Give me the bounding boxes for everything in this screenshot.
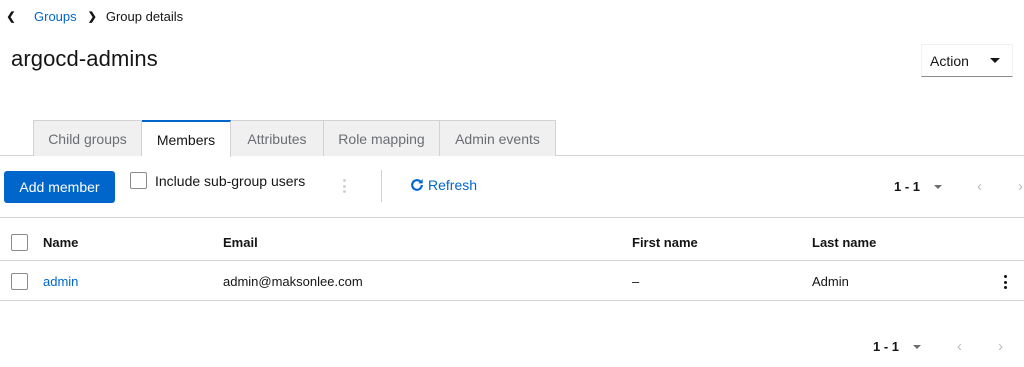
row-checkbox[interactable] bbox=[11, 273, 28, 290]
table-header: Name Email First name Last name bbox=[0, 218, 1024, 261]
tab-label: Admin events bbox=[455, 130, 540, 147]
add-member-button[interactable]: Add member bbox=[4, 171, 115, 203]
pagination-bottom: 1 - 1 ‹ › bbox=[873, 338, 1003, 355]
row-select-cell bbox=[11, 261, 28, 300]
tab-members[interactable]: Members bbox=[142, 120, 231, 157]
tab-bar: Child groups Members Attributes Role map… bbox=[0, 120, 1024, 157]
refresh-button[interactable]: Refresh bbox=[410, 177, 477, 193]
members-table: Name Email First name Last name admin ad… bbox=[0, 218, 1024, 301]
select-all-checkbox[interactable] bbox=[11, 233, 28, 251]
chevron-left-icon[interactable]: ❮ bbox=[0, 10, 22, 23]
tab-label: Members bbox=[156, 131, 216, 148]
toolbar-divider bbox=[381, 170, 382, 202]
column-header-last-name[interactable]: Last name bbox=[812, 218, 876, 260]
pagination-top: 1 - 1 ‹ › bbox=[894, 178, 1023, 195]
member-first-name: – bbox=[632, 274, 640, 289]
caret-down-icon bbox=[990, 58, 1000, 63]
include-subgroup-toggle[interactable]: Include sub-group users bbox=[130, 172, 305, 189]
action-dropdown-label: Action bbox=[930, 52, 969, 69]
breadcrumb: ❮ Groups ❯ Group details bbox=[0, 7, 183, 25]
previous-page-icon[interactable]: ‹ bbox=[977, 178, 982, 195]
page-title: argocd-admins bbox=[11, 46, 158, 71]
tab-admin-events[interactable]: Admin events bbox=[440, 120, 556, 156]
tab-label: Child groups bbox=[48, 130, 127, 147]
caret-down-icon bbox=[913, 344, 922, 349]
tab-label: Attributes bbox=[247, 130, 307, 147]
tab-label: Role mapping bbox=[338, 130, 425, 147]
tab-attributes[interactable]: Attributes bbox=[231, 120, 324, 156]
column-header-email[interactable]: Email bbox=[223, 218, 258, 260]
pagination-range-toggle[interactable]: 1 - 1 bbox=[894, 179, 943, 194]
pagination-range: 1 - 1 bbox=[894, 179, 921, 194]
member-name-link[interactable]: admin bbox=[43, 261, 78, 300]
refresh-icon bbox=[411, 179, 423, 191]
pagination-range-toggle[interactable]: 1 - 1 bbox=[873, 339, 922, 354]
row-actions-kebab-icon[interactable] bbox=[1004, 275, 1008, 289]
chevron-right-icon: ❯ bbox=[87, 10, 97, 23]
next-page-icon[interactable]: › bbox=[998, 338, 1003, 355]
member-last-name: Admin bbox=[812, 274, 849, 289]
pagination-range: 1 - 1 bbox=[873, 339, 900, 354]
member-email: admin@maksonlee.com bbox=[223, 274, 363, 289]
toolbar-kebab-icon[interactable] bbox=[343, 179, 347, 193]
column-header-name[interactable]: Name bbox=[43, 218, 78, 260]
refresh-label: Refresh bbox=[428, 177, 478, 193]
include-subgroup-checkbox[interactable] bbox=[130, 172, 147, 189]
table-row: admin admin@maksonlee.com – Admin bbox=[0, 261, 1024, 301]
select-all-cell bbox=[11, 218, 28, 260]
breadcrumb-link-groups[interactable]: Groups bbox=[34, 9, 77, 24]
include-subgroup-label: Include sub-group users bbox=[155, 172, 306, 189]
breadcrumb-current: Group details bbox=[105, 8, 184, 24]
tab-child-groups[interactable]: Child groups bbox=[33, 120, 142, 156]
caret-down-icon bbox=[934, 184, 943, 189]
tab-role-mapping[interactable]: Role mapping bbox=[324, 120, 440, 156]
next-page-icon[interactable]: › bbox=[1018, 178, 1023, 195]
action-dropdown[interactable]: Action bbox=[921, 44, 1013, 77]
column-header-first-name[interactable]: First name bbox=[632, 218, 698, 260]
toolbar: Add member Include sub-group users Refre… bbox=[0, 156, 1024, 218]
previous-page-icon[interactable]: ‹ bbox=[957, 338, 962, 355]
